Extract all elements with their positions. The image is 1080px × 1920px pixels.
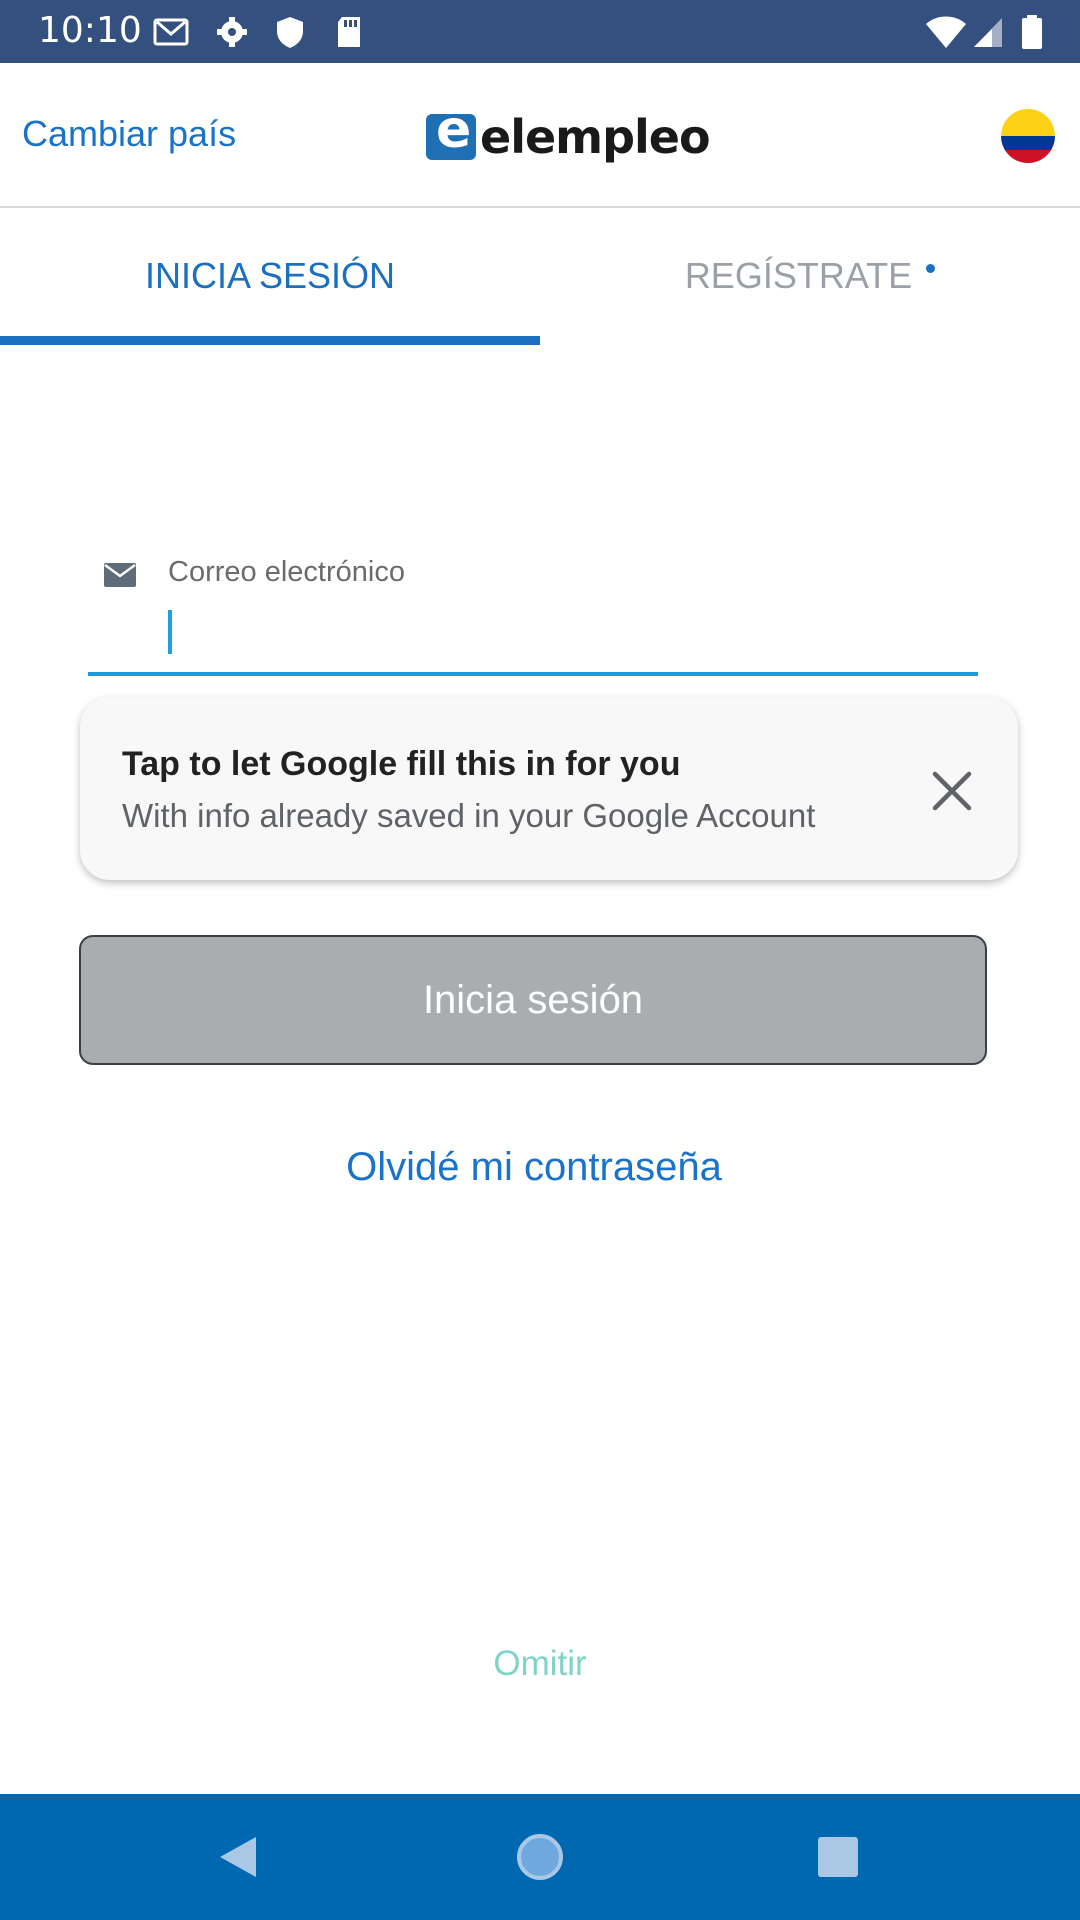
- tab-register[interactable]: REGÍSTRATE: [540, 206, 1080, 346]
- tab-register-label: REGÍSTRATE: [684, 255, 913, 296]
- login-button[interactable]: Inicia sesión: [79, 935, 987, 1065]
- google-autofill-suggestion[interactable]: Tap to let Google fill this in for you W…: [80, 697, 1018, 880]
- email-field-underline: [88, 672, 978, 676]
- active-tab-indicator: [0, 336, 540, 345]
- navigation-bar: [0, 1794, 1080, 1920]
- logo-mark: e: [426, 100, 476, 160]
- close-icon[interactable]: [930, 769, 974, 813]
- back-icon[interactable]: [212, 1831, 264, 1883]
- tab-login[interactable]: INICIA SESIÓN: [0, 206, 540, 346]
- settings-icon: [214, 14, 250, 50]
- home-icon[interactable]: [514, 1831, 566, 1883]
- recents-icon[interactable]: [812, 1831, 864, 1883]
- skip-link[interactable]: Omitir: [0, 1644, 1080, 1684]
- signal-icon: [972, 14, 1004, 50]
- forgot-password-link[interactable]: Olvidé mi contraseña: [0, 1145, 1068, 1190]
- sd-card-icon: [331, 14, 367, 50]
- autofill-subtitle: With info already saved in your Google A…: [122, 797, 816, 834]
- envelope-icon: [104, 563, 136, 587]
- status-time: 10:10: [38, 10, 142, 51]
- logo-text: elempleo: [480, 110, 711, 164]
- text-cursor: [168, 610, 172, 654]
- elempleo-logo: e elempleo: [426, 100, 711, 167]
- gmail-icon: [153, 14, 189, 50]
- email-field-label: Correo electrónico: [168, 556, 405, 588]
- shield-icon: [272, 14, 308, 50]
- notification-dot: [926, 263, 936, 273]
- app-header: Cambiar país e elempleo: [0, 63, 1080, 208]
- change-country-link[interactable]: Cambiar país: [22, 113, 236, 155]
- email-field[interactable]: [164, 605, 974, 657]
- battery-icon: [1020, 14, 1044, 50]
- wifi-icon: [925, 14, 967, 50]
- autofill-title: Tap to let Google fill this in for you: [122, 745, 681, 783]
- colombia-flag-icon[interactable]: [1001, 109, 1055, 163]
- tab-login-label: INICIA SESIÓN: [144, 255, 396, 296]
- status-bar: 10:10: [0, 0, 1080, 63]
